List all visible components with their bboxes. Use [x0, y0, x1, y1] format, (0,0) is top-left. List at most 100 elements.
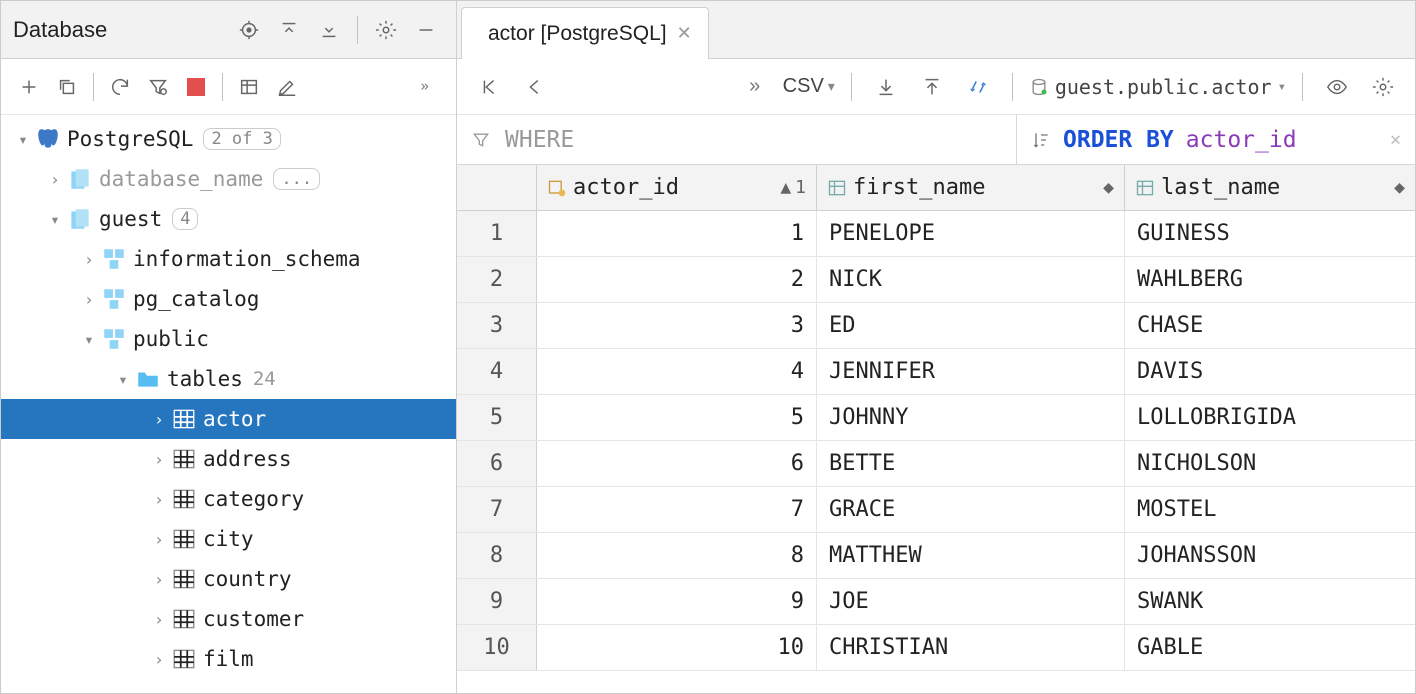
- row-number[interactable]: 5: [457, 395, 537, 440]
- cell-last-name[interactable]: SWANK: [1125, 579, 1415, 624]
- chevron-right-icon[interactable]: ›: [149, 490, 169, 509]
- cell-first-name[interactable]: JOE: [817, 579, 1125, 624]
- table-row[interactable]: 77GRACEMOSTEL: [457, 487, 1415, 533]
- tree-table-customer[interactable]: ›customer: [1, 599, 456, 639]
- table-row[interactable]: 44JENNIFERDAVIS: [457, 349, 1415, 395]
- chevron-right-icon[interactable]: ›: [149, 610, 169, 629]
- cell-last-name[interactable]: LOLLOBRIGIDA: [1125, 395, 1415, 440]
- column-header-actor-id[interactable]: actor_id ▲ 1: [537, 165, 817, 210]
- row-number-header[interactable]: [457, 165, 537, 210]
- tree-table-actor[interactable]: ›actor: [1, 399, 456, 439]
- more-icon[interactable]: »: [737, 69, 773, 105]
- datasource-picker[interactable]: guest.public.actor ▾: [1029, 75, 1286, 99]
- chevron-down-icon[interactable]: ▾: [113, 370, 133, 389]
- database-tree[interactable]: ▾ PostgreSQL 2 of 3 › database_name ... …: [1, 115, 456, 693]
- cell-actor-id[interactable]: 1: [537, 211, 817, 256]
- cell-actor-id[interactable]: 8: [537, 533, 817, 578]
- sort-toggle-icon[interactable]: ◆: [1103, 177, 1114, 198]
- minimize-icon[interactable]: [408, 12, 444, 48]
- chevron-right-icon[interactable]: ›: [149, 650, 169, 669]
- tree-table-city[interactable]: ›city: [1, 519, 456, 559]
- cell-last-name[interactable]: CHASE: [1125, 303, 1415, 348]
- more-icon[interactable]: »: [410, 69, 446, 105]
- cell-last-name[interactable]: JOHANSSON: [1125, 533, 1415, 578]
- table-row[interactable]: 33EDCHASE: [457, 303, 1415, 349]
- column-header-last-name[interactable]: last_name ◆: [1125, 165, 1415, 210]
- cell-actor-id[interactable]: 3: [537, 303, 817, 348]
- upload-icon[interactable]: [914, 69, 950, 105]
- chevron-right-icon[interactable]: ›: [79, 290, 99, 309]
- sync-icon[interactable]: [960, 69, 996, 105]
- table-view-icon[interactable]: [231, 69, 267, 105]
- cell-first-name[interactable]: MATTHEW: [817, 533, 1125, 578]
- chevron-right-icon[interactable]: ›: [149, 450, 169, 469]
- tree-table-film[interactable]: ›film: [1, 639, 456, 679]
- cell-last-name[interactable]: NICHOLSON: [1125, 441, 1415, 486]
- where-filter-input[interactable]: WHERE: [457, 115, 1017, 164]
- cell-first-name[interactable]: PENELOPE: [817, 211, 1125, 256]
- grid-body[interactable]: 11PENELOPEGUINESS22NICKWAHLBERG33EDCHASE…: [457, 211, 1415, 693]
- copy-icon[interactable]: [49, 69, 85, 105]
- cell-first-name[interactable]: BETTE: [817, 441, 1125, 486]
- collapse-down-icon[interactable]: [311, 12, 347, 48]
- chevron-right-icon[interactable]: ›: [149, 410, 169, 429]
- chevron-right-icon[interactable]: ›: [149, 570, 169, 589]
- collapse-up-icon[interactable]: [271, 12, 307, 48]
- row-number[interactable]: 7: [457, 487, 537, 532]
- cell-last-name[interactable]: WAHLBERG: [1125, 257, 1415, 302]
- cell-actor-id[interactable]: 5: [537, 395, 817, 440]
- tab-actor[interactable]: actor [PostgreSQL] ✕: [461, 7, 709, 59]
- order-by-input[interactable]: ORDER BY actor_id ✕: [1017, 115, 1415, 164]
- cell-first-name[interactable]: NICK: [817, 257, 1125, 302]
- cell-actor-id[interactable]: 2: [537, 257, 817, 302]
- table-row[interactable]: 55JOHNNYLOLLOBRIGIDA: [457, 395, 1415, 441]
- first-page-icon[interactable]: [471, 69, 507, 105]
- tree-database[interactable]: › database_name ...: [1, 159, 456, 199]
- cell-actor-id[interactable]: 7: [537, 487, 817, 532]
- tree-schema[interactable]: › pg_catalog: [1, 279, 456, 319]
- tree-table-country[interactable]: ›country: [1, 559, 456, 599]
- cell-first-name[interactable]: ED: [817, 303, 1125, 348]
- table-row[interactable]: 22NICKWAHLBERG: [457, 257, 1415, 303]
- download-icon[interactable]: [868, 69, 904, 105]
- cell-last-name[interactable]: GUINESS: [1125, 211, 1415, 256]
- refresh-icon[interactable]: [102, 69, 138, 105]
- cell-actor-id[interactable]: 10: [537, 625, 817, 670]
- tree-schema[interactable]: ▾ public: [1, 319, 456, 359]
- row-number[interactable]: 3: [457, 303, 537, 348]
- chevron-down-icon[interactable]: ▾: [45, 210, 65, 229]
- cell-last-name[interactable]: MOSTEL: [1125, 487, 1415, 532]
- row-number[interactable]: 2: [457, 257, 537, 302]
- row-number[interactable]: 1: [457, 211, 537, 256]
- cell-first-name[interactable]: JENNIFER: [817, 349, 1125, 394]
- cell-actor-id[interactable]: 9: [537, 579, 817, 624]
- tree-table-category[interactable]: ›category: [1, 479, 456, 519]
- cell-first-name[interactable]: JOHNNY: [817, 395, 1125, 440]
- table-row[interactable]: 11PENELOPEGUINESS: [457, 211, 1415, 257]
- target-icon[interactable]: [231, 12, 267, 48]
- tree-table-address[interactable]: ›address: [1, 439, 456, 479]
- tree-schema[interactable]: › information_schema: [1, 239, 456, 279]
- close-icon[interactable]: ✕: [677, 23, 692, 44]
- tree-database[interactable]: ▾ guest 4: [1, 199, 456, 239]
- tree-datasource[interactable]: ▾ PostgreSQL 2 of 3: [1, 119, 456, 159]
- filter-wrench-icon[interactable]: [140, 69, 176, 105]
- cell-actor-id[interactable]: 6: [537, 441, 817, 486]
- table-row[interactable]: 66BETTENICHOLSON: [457, 441, 1415, 487]
- table-row[interactable]: 99JOESWANK: [457, 579, 1415, 625]
- chevron-right-icon[interactable]: ›: [149, 530, 169, 549]
- add-icon[interactable]: [11, 69, 47, 105]
- cell-actor-id[interactable]: 4: [537, 349, 817, 394]
- cell-first-name[interactable]: GRACE: [817, 487, 1125, 532]
- chevron-right-icon[interactable]: ›: [45, 170, 65, 189]
- row-number[interactable]: 4: [457, 349, 537, 394]
- chevron-down-icon[interactable]: ▾: [79, 330, 99, 349]
- eye-icon[interactable]: [1319, 69, 1355, 105]
- chevron-down-icon[interactable]: ▾: [13, 130, 33, 149]
- cell-last-name[interactable]: DAVIS: [1125, 349, 1415, 394]
- column-header-first-name[interactable]: first_name ◆: [817, 165, 1125, 210]
- table-row[interactable]: 88MATTHEWJOHANSSON: [457, 533, 1415, 579]
- export-format-dropdown[interactable]: CSV ▾: [783, 75, 835, 98]
- row-number[interactable]: 9: [457, 579, 537, 624]
- row-number[interactable]: 6: [457, 441, 537, 486]
